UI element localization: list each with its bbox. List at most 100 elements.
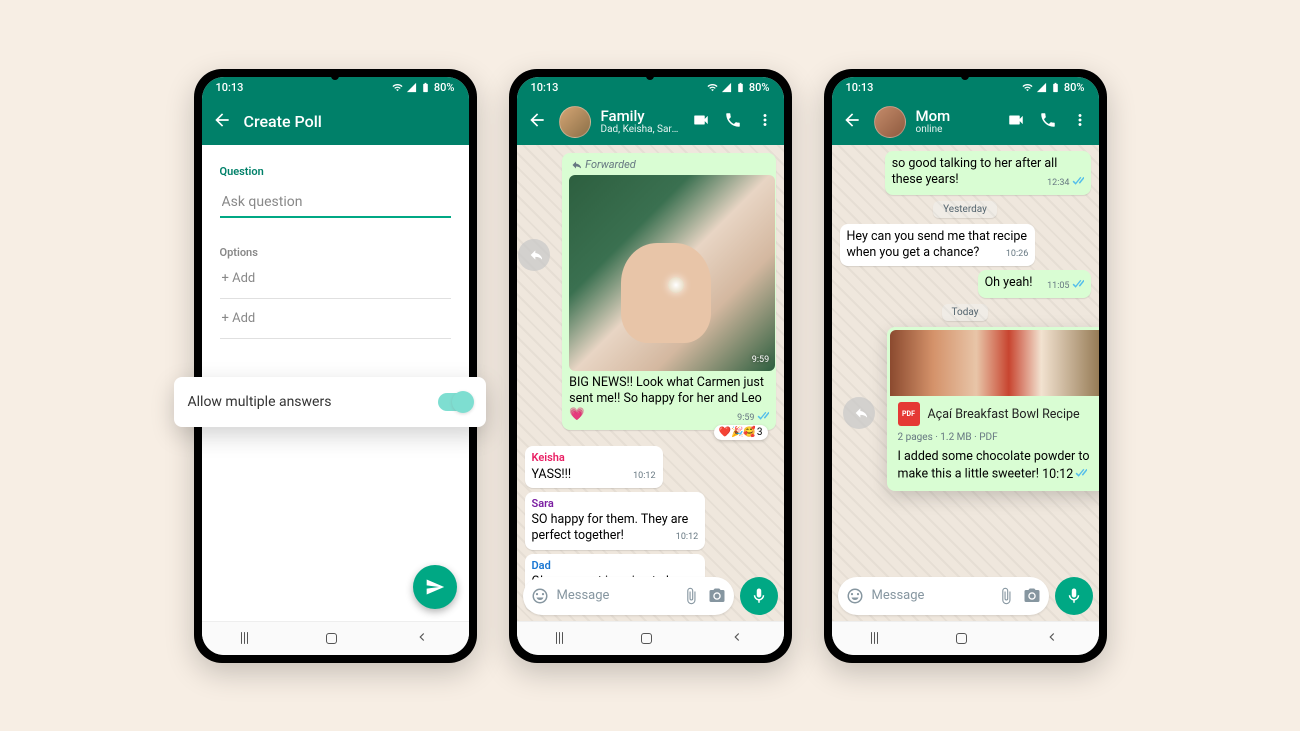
pdf-attachment[interactable]: PDF Açaí Breakfast Bowl Recipe 2 pages ·… xyxy=(887,327,1099,490)
wifi-icon xyxy=(1022,82,1033,93)
allow-multiple-card: Allow multiple answers xyxy=(174,377,486,427)
msg-text: BIG NEWS!! Look what Carmen just sent me… xyxy=(569,375,764,423)
battery-pct: 80% xyxy=(749,81,770,94)
wifi-icon xyxy=(707,82,718,93)
msg-time: 11:05 xyxy=(1047,279,1083,293)
msg-time: 10:12 xyxy=(633,471,655,483)
msg-out-ohyeah[interactable]: Oh yeah! 11:05 xyxy=(978,270,1091,298)
allow-multiple-label: Allow multiple answers xyxy=(188,394,438,410)
msg-time: 10:26 xyxy=(1006,249,1028,261)
nav-recents[interactable] xyxy=(556,632,564,644)
camera-icon[interactable] xyxy=(708,587,726,605)
msg-time: 9:59 xyxy=(737,411,768,425)
allow-multiple-toggle[interactable] xyxy=(438,393,472,411)
add-option-2[interactable]: + Add xyxy=(220,299,451,339)
nav-back[interactable] xyxy=(730,629,744,648)
chat-title: Family xyxy=(601,108,680,125)
msg-text: YASS!!! xyxy=(532,467,572,482)
msg-time: 12:34 xyxy=(1047,176,1083,190)
back-icon[interactable] xyxy=(527,110,547,134)
battery-icon xyxy=(420,82,431,93)
pdf-meta: 2 pages · 1.2 MB · PDF xyxy=(890,432,1099,447)
forward-icon xyxy=(569,159,581,171)
nav-recents[interactable] xyxy=(871,632,879,644)
chat-body: Forwarded 9:59 BIG NEWS!! Look what Carm… xyxy=(517,145,784,621)
phone-family-chat: 10:13 80% Family Dad, Keisha, Sara, Mom,… xyxy=(509,69,792,663)
msg-text: so good talking to her after all these y… xyxy=(892,156,1058,187)
video-call-icon[interactable] xyxy=(1007,111,1025,133)
nav-back[interactable] xyxy=(415,629,429,648)
signal-icon xyxy=(721,82,732,93)
voice-call-icon[interactable] xyxy=(1039,111,1057,133)
status-time: 10:13 xyxy=(846,81,874,94)
sender-name: Dad xyxy=(532,559,699,573)
more-icon[interactable] xyxy=(1071,111,1089,133)
chat-header[interactable]: Mom online xyxy=(874,106,995,138)
msg-time: 10:12 xyxy=(676,532,698,544)
nav-home[interactable] xyxy=(326,633,337,644)
msg-in-recipe-ask[interactable]: Hey can you send me that recipe when you… xyxy=(840,224,1036,267)
send-icon xyxy=(425,577,445,597)
msg-time: 10:12 xyxy=(1042,467,1087,482)
question-label: Question xyxy=(220,165,451,178)
android-nav-bar xyxy=(517,621,784,655)
msg-out-top[interactable]: so good talking to her after all these y… xyxy=(885,151,1091,195)
msg-sara[interactable]: Sara SO happy for them. They are perfect… xyxy=(525,492,706,550)
more-icon[interactable] xyxy=(756,111,774,133)
forwarded-label: Forwarded xyxy=(569,158,768,172)
image-attachment[interactable]: 9:59 xyxy=(569,175,775,371)
back-icon[interactable] xyxy=(212,110,232,134)
add-option-1[interactable]: + Add xyxy=(220,259,451,299)
status-bar: 10:13 80% xyxy=(202,77,469,99)
chat-subtitle: Dad, Keisha, Sara, Mom,… xyxy=(601,124,680,135)
screen-title: Create Poll xyxy=(244,112,322,131)
group-avatar xyxy=(559,106,591,138)
msg-image-out[interactable]: Forwarded 9:59 BIG NEWS!! Look what Carm… xyxy=(562,153,775,431)
camera-notch xyxy=(646,72,654,80)
mic-icon xyxy=(750,587,768,605)
nav-recents[interactable] xyxy=(241,632,249,644)
video-call-icon[interactable] xyxy=(692,111,710,133)
pdf-caption: I added some chocolate powder to make th… xyxy=(890,447,1099,487)
msg-keisha[interactable]: Keisha YASS!!! 10:12 xyxy=(525,446,663,488)
camera-icon[interactable] xyxy=(1023,587,1041,605)
attach-icon[interactable] xyxy=(682,587,700,605)
chat-input-bar: Message xyxy=(838,577,1093,615)
status-bar: 10:13 80% xyxy=(517,77,784,99)
pdf-title: Açaí Breakfast Bowl Recipe xyxy=(928,407,1080,422)
chat-header[interactable]: Family Dad, Keisha, Sara, Mom,… xyxy=(559,106,680,138)
chat-input-bar: Message xyxy=(523,577,778,615)
reactions-pill[interactable]: ❤️🎉🥰 3 xyxy=(714,425,768,440)
send-poll-button[interactable] xyxy=(413,565,457,609)
voice-call-icon[interactable] xyxy=(724,111,742,133)
msg-text: Hey can you send me that recipe when you… xyxy=(847,229,1028,260)
input-placeholder: Message xyxy=(872,588,989,603)
nav-home[interactable] xyxy=(956,633,967,644)
input-placeholder: Message xyxy=(557,588,674,603)
chat-app-bar: Mom online xyxy=(832,99,1099,145)
signal-icon xyxy=(1036,82,1047,93)
question-input[interactable] xyxy=(220,188,451,218)
battery-icon xyxy=(1050,82,1061,93)
status-time: 10:13 xyxy=(216,81,244,94)
mic-button[interactable] xyxy=(740,577,778,615)
app-bar: Create Poll xyxy=(202,99,469,145)
message-input[interactable]: Message xyxy=(523,577,734,615)
emoji-icon[interactable] xyxy=(846,587,864,605)
android-nav-bar xyxy=(832,621,1099,655)
attach-icon[interactable] xyxy=(997,587,1015,605)
back-icon[interactable] xyxy=(842,110,862,134)
forward-circle-icon[interactable] xyxy=(518,239,550,271)
emoji-icon[interactable] xyxy=(531,587,549,605)
message-input[interactable]: Message xyxy=(838,577,1049,615)
nav-home[interactable] xyxy=(641,633,652,644)
status-bar: 10:13 80% xyxy=(832,77,1099,99)
msg-text: Oh yeah! xyxy=(985,275,1033,290)
mic-button[interactable] xyxy=(1055,577,1093,615)
forward-circle-icon[interactable] xyxy=(843,397,875,429)
nav-back[interactable] xyxy=(1045,629,1059,648)
chat-body: so good talking to her after all these y… xyxy=(832,145,1099,621)
pdf-preview-image xyxy=(890,330,1099,396)
mic-icon xyxy=(1065,587,1083,605)
chat-title: Mom xyxy=(916,108,995,125)
